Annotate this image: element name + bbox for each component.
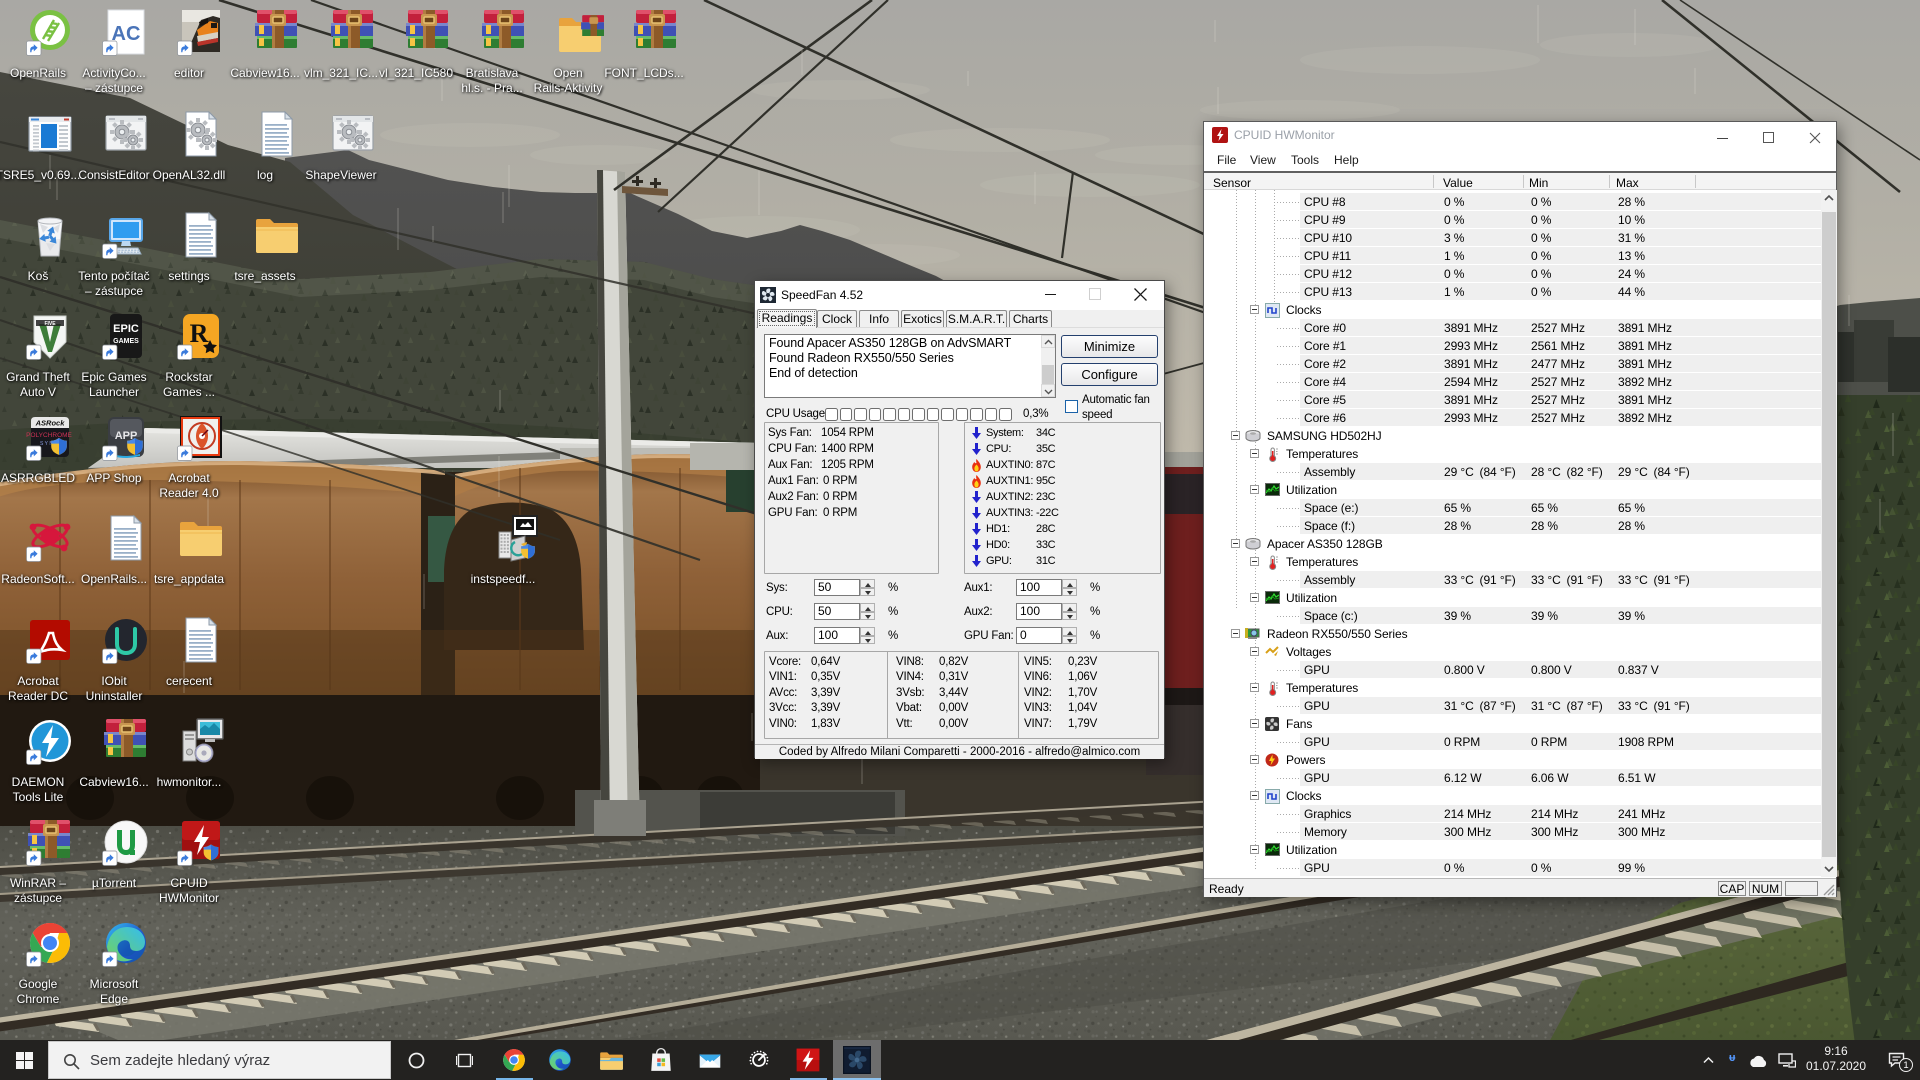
svg-text:R: R [190, 319, 209, 348]
svg-text:ASRock: ASRock [35, 419, 66, 428]
svg-text:FIVE: FIVE [44, 321, 56, 327]
svg-text:GAMES: GAMES [113, 338, 139, 345]
svg-text:EPIC: EPIC [113, 323, 139, 335]
